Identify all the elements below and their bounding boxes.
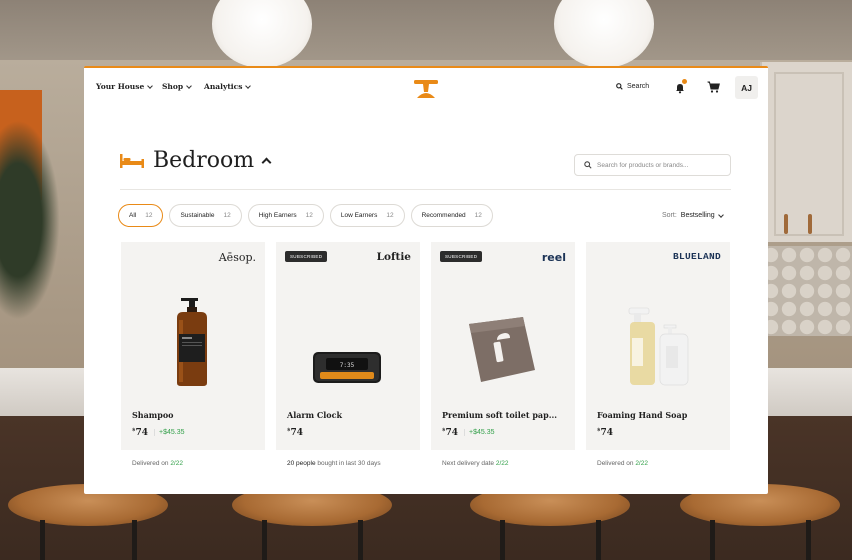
product-grid: Aēsop. Shampoo $74 +$45.35 SUBSCRIBED Lo… xyxy=(121,242,730,450)
product-card[interactable]: BLUELAND Foaming Hand Soap $74 xyxy=(586,242,730,450)
tile-backsplash xyxy=(762,246,852,336)
chip-label: High Earners xyxy=(258,212,297,219)
stool-leg xyxy=(710,520,715,560)
product-price: $74 xyxy=(442,427,459,438)
plant xyxy=(0,120,60,320)
user-avatar[interactable]: AJ xyxy=(735,76,758,99)
filter-chips: All 12 Sustainable 12 High Earners 12 Lo… xyxy=(118,204,493,227)
cart-icon[interactable] xyxy=(707,81,720,93)
price-row: $74 xyxy=(287,427,303,438)
search-link[interactable]: Search xyxy=(616,83,649,90)
hand-soap-bottles-image xyxy=(628,307,689,386)
chip-count: 12 xyxy=(474,212,482,219)
header-divider xyxy=(120,189,731,190)
brand-logo: BLUELAND xyxy=(672,251,721,262)
stool-leg xyxy=(358,520,363,560)
search-icon xyxy=(616,83,623,90)
cabinet-handle xyxy=(784,214,788,234)
shampoo-bottle-image xyxy=(177,298,207,386)
chip-label: All xyxy=(129,212,137,219)
filter-chip-low-earners[interactable]: Low Earners 12 xyxy=(329,204,405,227)
product-card[interactable]: SUBSCRIBED reel Premium soft toilet pap.… xyxy=(431,242,575,450)
product-name: Premium soft toilet pap... xyxy=(442,410,558,420)
price-row: $74 xyxy=(597,427,613,438)
sort-value: Bestselling xyxy=(680,212,715,219)
stool-leg xyxy=(40,520,45,560)
product-name: Alarm Clock xyxy=(287,410,343,420)
chip-count: 12 xyxy=(223,212,231,219)
chevron-down-icon xyxy=(245,82,252,89)
product-card[interactable]: Aēsop. Shampoo $74 +$45.35 xyxy=(121,242,265,450)
toilet-paper-image xyxy=(469,317,535,382)
stool-leg xyxy=(500,520,505,560)
chip-count: 12 xyxy=(145,212,153,219)
nav-label: Shop xyxy=(162,82,184,91)
chip-count: 12 xyxy=(386,212,394,219)
search-placeholder: Search for products or brands... xyxy=(597,161,689,169)
product-name: Shampoo xyxy=(132,410,174,420)
page-title: Bedroom xyxy=(153,148,255,173)
app-window: Your House Shop Analytics Search AJ Bedr… xyxy=(84,66,768,494)
brand-logo: reel xyxy=(541,251,566,264)
cabinet xyxy=(760,62,852,242)
price-row: $74 +$45.35 xyxy=(132,427,185,438)
filter-chip-high-earners[interactable]: High Earners 12 xyxy=(247,204,324,227)
stool-leg xyxy=(806,520,811,560)
nav-shop[interactable]: Shop xyxy=(162,82,192,91)
nav-your-house[interactable]: Your House xyxy=(96,82,154,91)
search-icon xyxy=(584,161,592,169)
page-header: Bedroom xyxy=(120,148,272,173)
notifications-button[interactable] xyxy=(674,79,687,94)
product-price: $74 xyxy=(597,427,614,438)
top-navigation: Your House Shop Analytics Search AJ xyxy=(84,68,768,108)
delivery-info: Delivered on 2/22 xyxy=(597,460,648,467)
product-card[interactable]: SUBSCRIBED Loftie 7:35 Alarm Clock $74 xyxy=(276,242,420,450)
price-row: $74 +$45.35 xyxy=(442,427,495,438)
filter-chip-all[interactable]: All 12 xyxy=(118,204,164,227)
stool-leg xyxy=(596,520,601,560)
product-meta-row: Delivered on 2/22 20 people bought in la… xyxy=(121,460,730,467)
chevron-down-icon xyxy=(147,82,154,89)
subscribed-badge: SUBSCRIBED xyxy=(440,251,483,262)
sort-dropdown[interactable]: Sort: Bestselling xyxy=(662,211,724,219)
subscribed-badge: SUBSCRIBED xyxy=(285,251,328,262)
chevron-up-icon[interactable] xyxy=(261,157,272,168)
next-delivery-info: Next delivery date 2/22 xyxy=(442,460,509,467)
stool-leg xyxy=(262,520,267,560)
brand-logo-icon[interactable] xyxy=(413,77,439,99)
delivery-info: Delivered on 2/22 xyxy=(132,460,183,467)
chevron-down-icon xyxy=(186,82,192,89)
sort-label: Sort: xyxy=(662,212,677,219)
product-price: $74 xyxy=(287,427,304,438)
product-search-input[interactable]: Search for products or brands... xyxy=(574,154,731,176)
nav-label: Your House xyxy=(96,82,145,91)
earning-credit: +$45.35 xyxy=(154,429,185,436)
cabinet-handle xyxy=(808,214,812,234)
chip-label: Recommended xyxy=(421,212,466,219)
brand-logo: Aēsop. xyxy=(218,251,256,264)
earning-credit: +$45.35 xyxy=(464,429,495,436)
search-label: Search xyxy=(627,83,650,90)
chip-label: Sustainable xyxy=(180,212,215,219)
nav-analytics[interactable]: Analytics xyxy=(204,82,252,91)
nav-label: Analytics xyxy=(204,82,243,91)
alarm-clock-image: 7:35 xyxy=(313,352,381,383)
brand-logo: Loftie xyxy=(376,251,411,263)
chip-count: 12 xyxy=(305,212,313,219)
bed-icon xyxy=(120,153,144,168)
filter-chip-recommended[interactable]: Recommended 12 xyxy=(410,204,493,227)
chip-label: Low Earners xyxy=(340,212,378,219)
chevron-down-icon xyxy=(717,211,724,218)
popularity-info: 20 people bought in last 30 days xyxy=(287,460,381,467)
notification-dot xyxy=(682,79,687,84)
svg-text:7:35: 7:35 xyxy=(340,362,355,369)
filter-chip-sustainable[interactable]: Sustainable 12 xyxy=(169,204,242,227)
product-name: Foaming Hand Soap xyxy=(597,410,688,420)
stool-leg xyxy=(132,520,137,560)
product-price: $74 xyxy=(132,427,149,438)
